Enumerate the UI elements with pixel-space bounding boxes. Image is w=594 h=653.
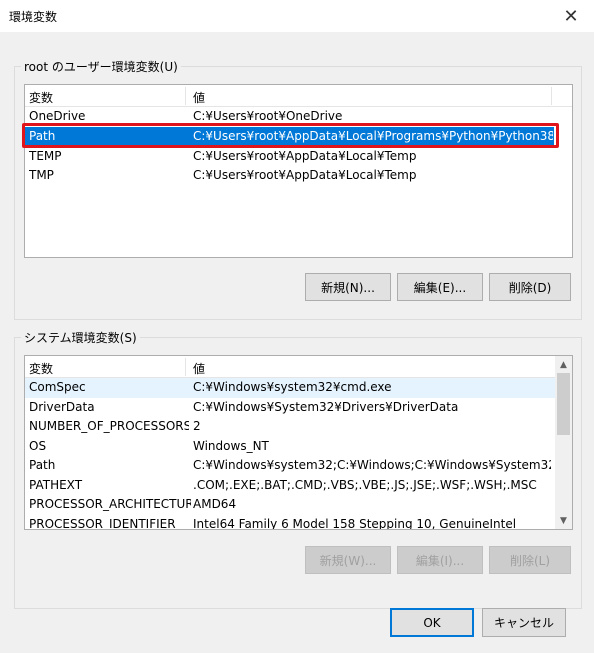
system-row-name: DriverData: [29, 400, 95, 414]
system-row-name: PROCESSOR_IDENTIFIER: [29, 517, 176, 530]
system-row-value: AMD64: [193, 497, 237, 511]
system-new-button[interactable]: 新規(W)...: [305, 546, 391, 574]
user-row-value: C:¥Users¥root¥AppData¥Local¥Temp: [193, 149, 417, 163]
system-row-value: Windows_NT: [193, 439, 269, 453]
system-delete-button[interactable]: 削除(L): [489, 546, 571, 574]
user-row-name: OneDrive: [29, 109, 86, 123]
system-list-scrollbar[interactable]: ▲ ▼: [555, 356, 572, 529]
system-row-name: ComSpec: [29, 380, 86, 394]
path-row-highlight: [22, 123, 559, 148]
system-variables-list[interactable]: 変数 値 ComSpec C:¥Windows¥system32¥cmd.exe…: [24, 355, 573, 530]
system-row-path[interactable]: Path C:¥Windows¥system32;C:¥Windows;C:¥W…: [25, 456, 555, 476]
system-row-value: .COM;.EXE;.BAT;.CMD;.VBS;.VBE;.JS;.JSE;.…: [193, 478, 537, 492]
system-row-name: OS: [29, 439, 47, 453]
user-variables-group: root のユーザー環境変数(U) 変数 値 OneDrive C:¥Users…: [14, 58, 582, 320]
user-row-value: C:¥Users¥root¥AppData¥Local¥Temp: [193, 168, 417, 182]
user-variables-label: root のユーザー環境変数(U): [21, 58, 181, 75]
user-header-name[interactable]: 変数: [29, 89, 53, 106]
cancel-button[interactable]: キャンセル: [482, 608, 566, 637]
system-header-value[interactable]: 値: [193, 360, 205, 377]
system-header-name[interactable]: 変数: [29, 360, 53, 377]
user-row-tmp[interactable]: TMP C:¥Users¥root¥AppData¥Local¥Temp: [25, 166, 572, 186]
system-row-processor-architecture[interactable]: PROCESSOR_ARCHITECTURE AMD64: [25, 495, 555, 515]
user-header-divider[interactable]: [185, 87, 186, 105]
system-header-divider[interactable]: [185, 358, 186, 376]
system-row-name: NUMBER_OF_PROCESSORS: [29, 419, 189, 433]
system-row-pathext[interactable]: PATHEXT .COM;.EXE;.BAT;.CMD;.VBS;.VBE;.J…: [25, 476, 555, 496]
dialog-body: root のユーザー環境変数(U) 変数 値 OneDrive C:¥Users…: [0, 32, 594, 653]
ok-button[interactable]: OK: [390, 608, 474, 637]
system-row-value: C:¥Windows¥system32;C:¥Windows;C:¥Window…: [193, 458, 551, 472]
user-edit-button[interactable]: 編集(E)...: [397, 273, 483, 301]
scroll-up-icon[interactable]: ▲: [555, 356, 572, 373]
system-variables-label: システム環境変数(S): [21, 329, 140, 346]
system-row-number-of-processors[interactable]: NUMBER_OF_PROCESSORS 2: [25, 417, 555, 437]
system-row-processor-identifier[interactable]: PROCESSOR_IDENTIFIER Intel64 Family 6 Mo…: [25, 515, 555, 530]
user-variables-list[interactable]: 変数 値 OneDrive C:¥Users¥root¥OneDrive Pat…: [24, 84, 573, 258]
system-edit-button[interactable]: 編集(I)...: [397, 546, 483, 574]
system-row-value: C:¥Windows¥system32¥cmd.exe: [193, 380, 392, 394]
scroll-down-icon[interactable]: ▼: [555, 512, 572, 529]
window-title: 環境変数: [9, 10, 58, 24]
scroll-thumb[interactable]: [557, 373, 570, 435]
user-new-button[interactable]: 新規(N)...: [305, 273, 391, 301]
title-bar: 環境変数 ✕: [0, 0, 594, 32]
system-variables-group: システム環境変数(S) 変数 値 ComSpec C:¥Windows¥syst…: [14, 329, 582, 609]
system-row-value: Intel64 Family 6 Model 158 Stepping 10, …: [193, 517, 517, 530]
user-row-temp[interactable]: TEMP C:¥Users¥root¥AppData¥Local¥Temp: [25, 147, 572, 167]
system-row-comspec[interactable]: ComSpec C:¥Windows¥system32¥cmd.exe: [25, 378, 555, 398]
system-row-driverdata[interactable]: DriverData C:¥Windows¥System32¥Drivers¥D…: [25, 398, 555, 418]
system-row-name: PROCESSOR_ARCHITECTURE: [29, 497, 191, 511]
user-row-name: TMP: [29, 168, 54, 182]
user-row-name: TEMP: [29, 149, 62, 163]
user-delete-button[interactable]: 削除(D): [489, 273, 571, 301]
system-row-value: C:¥Windows¥System32¥Drivers¥DriverData: [193, 400, 459, 414]
system-row-value: 2: [193, 419, 201, 433]
user-header-value[interactable]: 値: [193, 89, 205, 106]
user-list-header: 変数 値: [25, 85, 572, 107]
user-header-divider-end: [551, 87, 552, 105]
close-icon[interactable]: ✕: [548, 0, 594, 32]
system-row-name: Path: [29, 458, 56, 472]
system-list-header: 変数 値: [25, 356, 555, 378]
user-row-value: C:¥Users¥root¥OneDrive: [193, 109, 343, 123]
system-row-name: PATHEXT: [29, 478, 83, 492]
system-row-os[interactable]: OS Windows_NT: [25, 437, 555, 457]
